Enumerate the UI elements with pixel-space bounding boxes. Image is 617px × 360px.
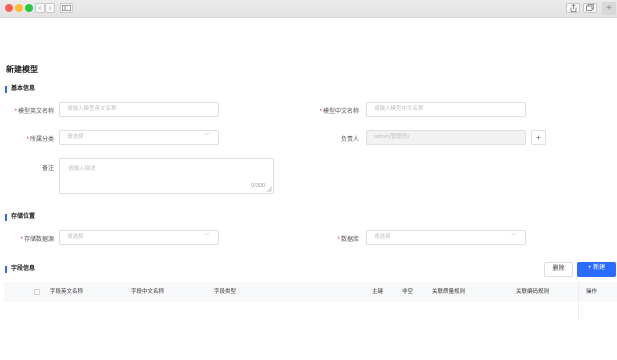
- new-tab-icon[interactable]: +: [602, 2, 616, 15]
- fixed-column-divider: [578, 282, 579, 320]
- plus-icon: +: [587, 265, 592, 271]
- category-select-value: 请选择: [67, 134, 84, 140]
- maximize-window-icon[interactable]: [25, 4, 33, 12]
- page-title: 新建模型: [6, 65, 38, 74]
- share-button[interactable]: [566, 3, 580, 13]
- close-window-icon[interactable]: [5, 4, 13, 12]
- add-owner-button[interactable]: +: [531, 130, 546, 145]
- owner-field: admin(管理员): [366, 130, 526, 145]
- section-storage: 存储位置: [5, 214, 35, 221]
- col-primary-key: 主键: [372, 289, 384, 295]
- datasource-select[interactable]: 请选择 ﹀: [59, 230, 219, 245]
- owner-label: 负责人: [340, 137, 359, 143]
- window-titlebar: ‹ › +: [0, 0, 617, 18]
- col-actions: 操作: [586, 289, 598, 295]
- en-name-label: *模型英文名称: [14, 109, 54, 115]
- datasource-label: *存储数据源: [20, 237, 54, 243]
- cn-name-label: *模型中文名称: [319, 109, 359, 115]
- forward-button[interactable]: ›: [45, 3, 55, 13]
- col-quality-rule: 关联质量规则: [432, 289, 466, 295]
- col-type: 字段类型: [214, 289, 237, 295]
- en-name-input[interactable]: 请输入模型英文名称: [59, 102, 219, 117]
- minimize-window-icon[interactable]: [15, 4, 23, 12]
- section-basic-info: 基本信息: [5, 86, 35, 93]
- database-label: *数据库: [337, 237, 359, 243]
- database-select-value: 请选择: [374, 234, 391, 240]
- col-not-null: 非空: [402, 289, 414, 295]
- remark-label: 备注: [41, 166, 54, 172]
- sidebar-icon: [62, 5, 71, 11]
- col-en-name: 字段英文名称: [50, 289, 84, 295]
- remark-textarea[interactable]: 请输入描述 0/300: [59, 158, 274, 194]
- new-field-label: 新建: [593, 265, 606, 271]
- select-all-checkbox[interactable]: [34, 289, 40, 295]
- back-button[interactable]: ‹: [35, 3, 45, 13]
- database-select[interactable]: 请选择 ﹀: [366, 230, 526, 245]
- new-field-button[interactable]: + 新建: [577, 262, 616, 277]
- category-select[interactable]: 请选择 ﹀: [59, 130, 219, 145]
- col-cn-name: 字段中文名称: [131, 289, 165, 295]
- tabs-overview-button[interactable]: [583, 3, 597, 13]
- chevron-down-icon: ﹀: [510, 234, 517, 240]
- fields-table-header: 字段英文名称 字段中文名称 字段类型 主键 非空 关联质量规则 关联编码规则 操…: [4, 282, 617, 320]
- datasource-select-value: 请选择: [67, 234, 84, 240]
- chevron-down-icon: ﹀: [203, 134, 210, 140]
- section-fields: 字段信息: [5, 266, 35, 273]
- resize-handle-icon[interactable]: [267, 187, 272, 192]
- chevron-down-icon: ﹀: [203, 234, 210, 240]
- sidebar-toggle-button[interactable]: [60, 3, 73, 13]
- tabs-icon: [586, 4, 594, 11]
- cn-name-input[interactable]: 请输入模型中文名称: [366, 102, 526, 117]
- remark-char-count: 0/300: [251, 183, 265, 189]
- delete-button[interactable]: 删除: [544, 262, 573, 277]
- category-label: *所属分类: [26, 137, 54, 143]
- remark-placeholder: 请输入描述: [68, 166, 96, 172]
- share-icon: [570, 3, 576, 12]
- col-encoding-rule: 关联编码规则: [516, 289, 550, 295]
